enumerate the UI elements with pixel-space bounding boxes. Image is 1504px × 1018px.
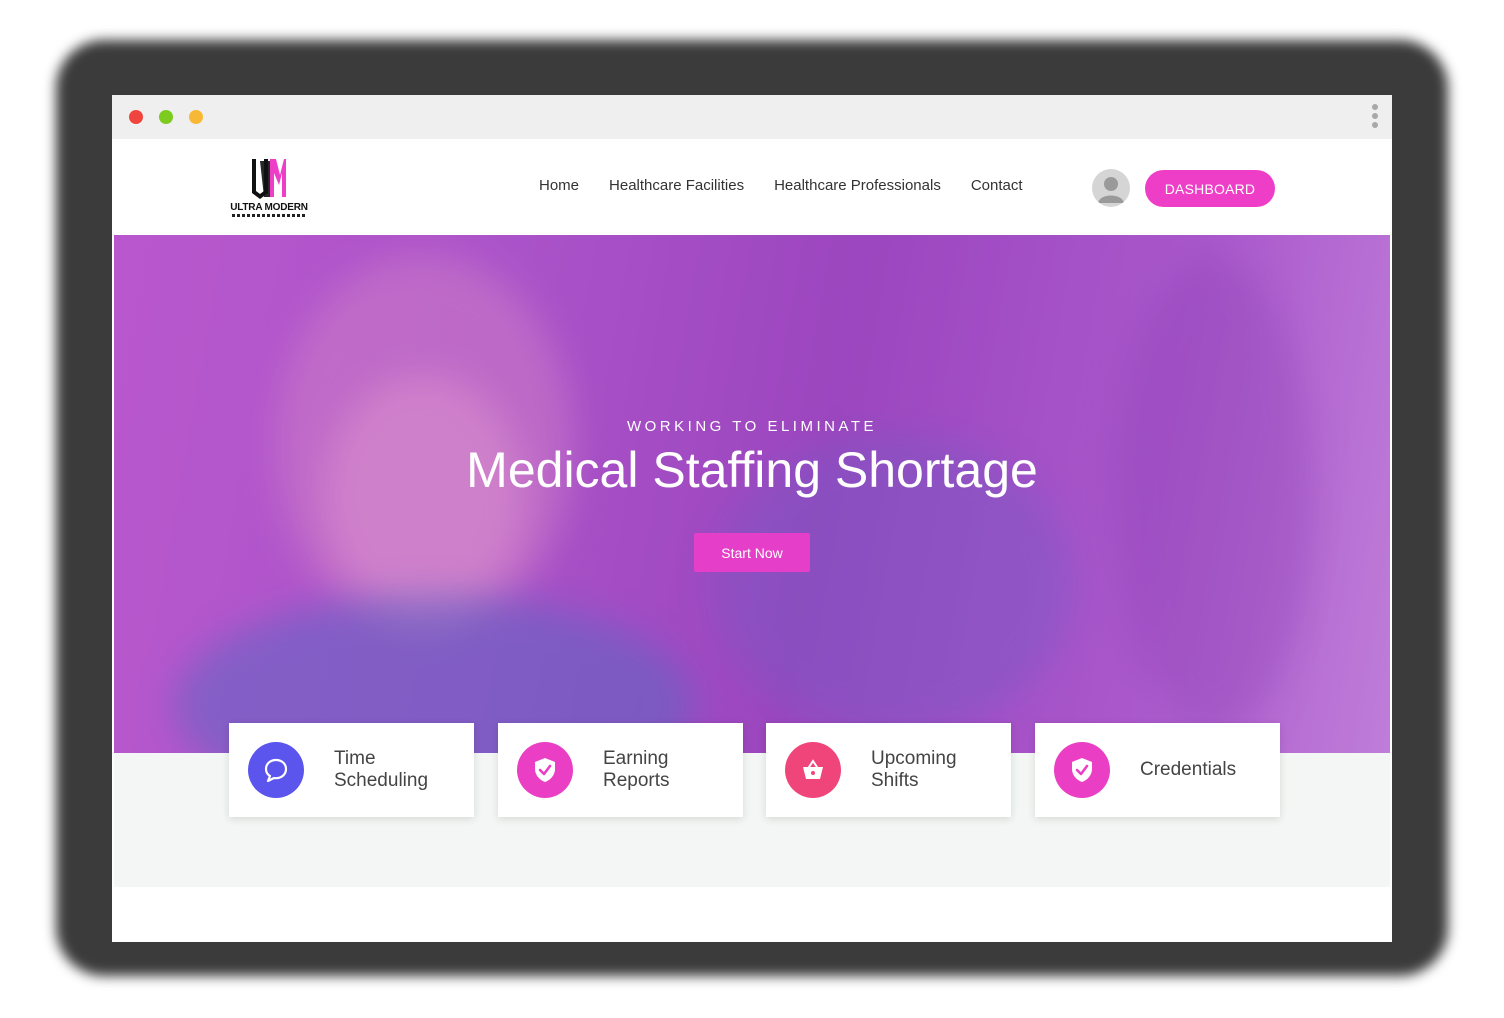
site-logo[interactable]: ULTRA MODERN <box>226 157 312 219</box>
feature-card-credentials[interactable]: Credentials <box>1035 723 1280 817</box>
hero-title: Medical Staffing Shortage <box>466 442 1038 498</box>
user-avatar-icon[interactable] <box>1092 169 1130 207</box>
logo-tagline-graphic <box>232 214 306 217</box>
feature-card-time-scheduling[interactable]: Time Scheduling <box>229 723 474 817</box>
feature-label: Upcoming Shifts <box>871 748 957 791</box>
feature-card-earning-reports[interactable]: Earning Reports <box>498 723 743 817</box>
feature-label: Time Scheduling <box>334 748 429 791</box>
close-window-button[interactable] <box>129 110 143 124</box>
nav-contact[interactable]: Contact <box>971 177 1023 194</box>
hero-banner: WORKING TO ELIMINATE Medical Staffing Sh… <box>114 235 1390 753</box>
shopping-basket-icon <box>785 742 841 798</box>
shield-check-icon <box>517 742 573 798</box>
minimize-window-button[interactable] <box>159 110 173 124</box>
maximize-window-button[interactable] <box>189 110 203 124</box>
feature-card-upcoming-shifts[interactable]: Upcoming Shifts <box>766 723 1011 817</box>
dashboard-button[interactable]: DASHBOARD <box>1145 170 1275 207</box>
shield-check-icon <box>1054 742 1110 798</box>
nav-home[interactable]: Home <box>539 177 579 194</box>
feature-label: Credentials <box>1140 759 1237 780</box>
browser-titlebar <box>112 95 1392 139</box>
browser-window: ULTRA MODERN Home Healthcare Facilities … <box>112 95 1392 942</box>
chat-bubble-icon <box>248 742 304 798</box>
nav-healthcare-facilities[interactable]: Healthcare Facilities <box>609 177 744 194</box>
nav-healthcare-professionals[interactable]: Healthcare Professionals <box>774 177 941 194</box>
kebab-menu-icon[interactable] <box>1370 104 1380 132</box>
feature-label: Earning Reports <box>603 748 670 791</box>
hero-kicker: WORKING TO ELIMINATE <box>626 418 878 435</box>
logo-text: ULTRA MODERN <box>230 202 308 213</box>
start-now-button[interactable]: Start Now <box>694 533 810 572</box>
logo-mark-icon <box>252 159 286 199</box>
main-nav: Home Healthcare Facilities Healthcare Pr… <box>539 177 1023 194</box>
